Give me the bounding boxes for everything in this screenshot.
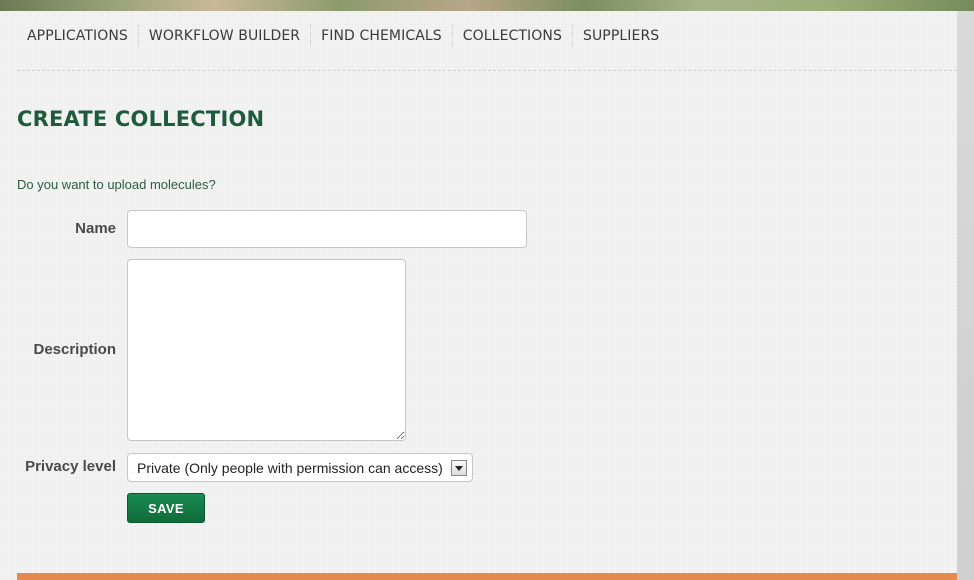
header-banner-image [0,0,974,11]
name-label: Name [75,220,116,237]
nav-item-applications[interactable]: APPLICATIONS [17,25,139,47]
dropdown-arrow-icon[interactable] [451,460,467,476]
save-button[interactable]: SAVE [127,493,205,523]
nav-item-suppliers[interactable]: SUPPLIERS [573,25,669,47]
description-label: Description [33,341,116,358]
footer-accent-bar [17,573,957,580]
nav-item-find-chemicals[interactable]: FIND CHEMICALS [311,25,453,47]
privacy-level-select[interactable]: Private (Only people with permission can… [127,453,473,482]
name-input[interactable] [127,210,527,248]
description-textarea[interactable] [127,259,406,441]
nav-item-collections[interactable]: COLLECTIONS [453,25,573,47]
nav-divider [17,70,957,71]
main-navigation: APPLICATIONS WORKFLOW BUILDER FIND CHEMI… [17,25,669,47]
page-title: CREATE COLLECTION [17,107,265,131]
privacy-level-selected-value: Private (Only people with permission can… [137,459,443,476]
page-side-margin [957,11,974,580]
upload-molecules-link[interactable]: Do you want to upload molecules? [17,177,216,193]
privacy-level-label: Privacy level [25,458,116,475]
nav-item-workflow-builder[interactable]: WORKFLOW BUILDER [139,25,312,47]
